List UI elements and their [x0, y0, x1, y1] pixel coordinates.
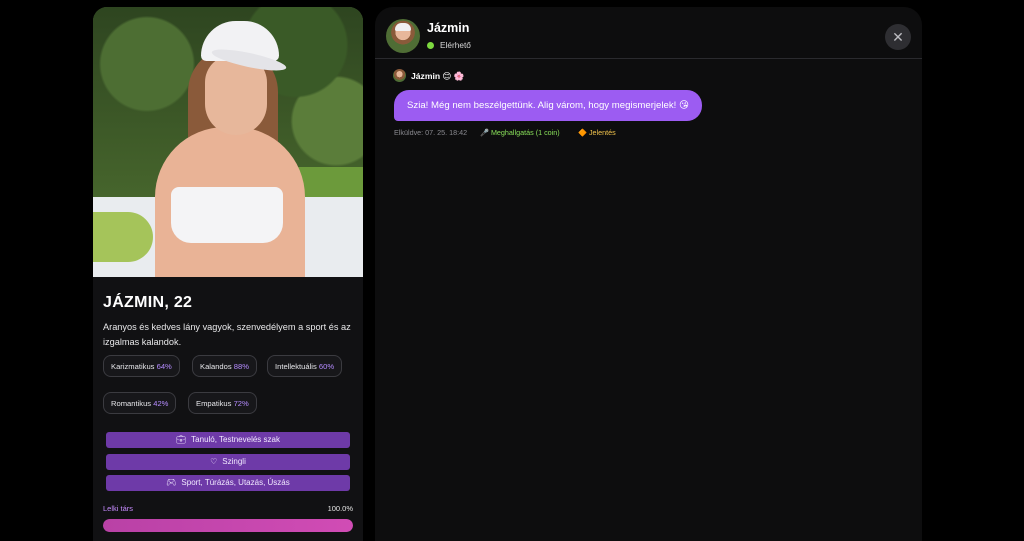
soulmate-progress-bar	[103, 519, 353, 532]
trait-label: Intellektuális	[275, 362, 317, 371]
chat-contact-name: Jázmin	[427, 21, 470, 35]
briefcase-icon: 💼︎	[176, 435, 187, 444]
profile-card: JÁZMIN, 22 Aranyos és kedves lány vagyok…	[93, 7, 363, 541]
tag-label: Sport, Túrázás, Utazás, Úszás	[181, 478, 290, 487]
soulmate-label: Lelki társ	[103, 504, 134, 513]
trait-badge: Empatikus 72%	[188, 392, 257, 414]
report-button[interactable]: 🔶 Jelentés	[578, 128, 616, 137]
tag-label: Tanuló, Testnevelés szak	[191, 435, 280, 444]
profile-name: JÁZMIN, 22	[103, 294, 193, 311]
message-avatar	[393, 69, 406, 82]
tag-relationship: ♡ Szingli	[106, 454, 350, 470]
status-text: Elérhető	[440, 40, 471, 50]
trait-percent: 72%	[233, 399, 249, 408]
message-sender: Jázmin 😊 🌸	[411, 71, 465, 81]
tag-label: Szingli	[222, 457, 246, 466]
trait-label: Kalandos	[200, 362, 232, 371]
soulmate-value: 100.0%	[327, 504, 353, 513]
message-bubble: Szia! Még nem beszélgettünk. Alig várom,…	[394, 90, 702, 121]
trait-badge: Karizmatikus 64%	[103, 355, 180, 377]
close-icon[interactable]: ✕	[892, 29, 904, 45]
tag-occupation: 💼︎ Tanuló, Testnevelés szak	[106, 432, 350, 448]
trait-label: Karizmatikus	[111, 362, 155, 371]
avatar[interactable]	[386, 19, 420, 53]
trait-percent: 88%	[233, 362, 249, 371]
close-button[interactable]: ✕	[885, 24, 911, 50]
gamepad-icon: 🎮︎	[166, 478, 177, 487]
online-status-icon	[427, 42, 434, 49]
tag-hobbies: 🎮︎ Sport, Túrázás, Utazás, Úszás	[106, 475, 350, 491]
trait-percent: 64%	[156, 362, 172, 371]
trait-badge: Kalandos 88%	[192, 355, 257, 377]
trait-badge: Intellektuális 60%	[267, 355, 343, 377]
heart-icon: ♡	[210, 457, 218, 466]
chat-panel: Jázmin Elérhető ✕ Jázmin 😊 🌸 Szia! Még n…	[375, 7, 922, 541]
trait-label: Empatikus	[196, 399, 232, 408]
trait-label: Romantikus	[111, 399, 152, 408]
trait-percent: 60%	[318, 362, 335, 371]
trait-percent: 42%	[153, 399, 169, 408]
soulmate-progress-fill	[103, 519, 353, 532]
message-timestamp: Elküldve: 07. 25. 18:42	[394, 128, 468, 137]
trait-badge: Romantikus 42%	[103, 392, 177, 414]
listen-button[interactable]: 🎤 Meghallgatás (1 coin)	[480, 128, 560, 137]
chat-header: Jázmin Elérhető ✕	[375, 7, 922, 59]
profile-description: Aranyos és kedves lány vagyok, szenvedél…	[103, 322, 351, 347]
profile-photo	[93, 7, 363, 277]
